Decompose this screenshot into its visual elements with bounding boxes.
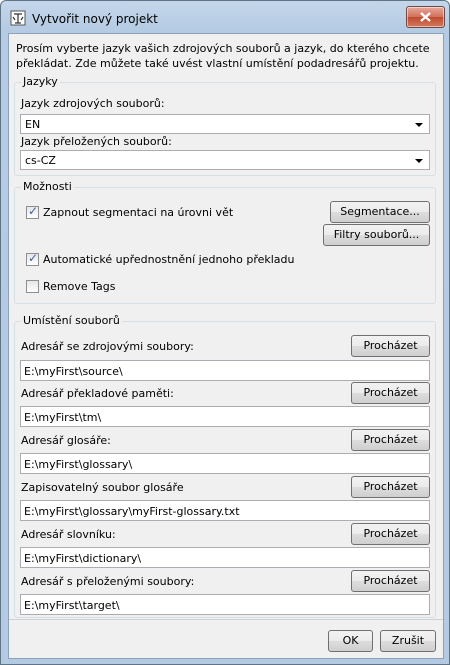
close-icon (420, 12, 431, 22)
title-bar[interactable]: Vytvořit nový projekt (1, 1, 449, 31)
chevron-down-icon (415, 123, 423, 127)
file-locations-legend: Umístění souborů (21, 314, 122, 327)
options-legend: Možnosti (21, 180, 74, 193)
languages-group: Jazyky Jazyk zdrojových souborů: EN Jazy… (14, 75, 436, 176)
source-language-value: EN (25, 118, 41, 131)
source-language-select[interactable]: EN (20, 114, 430, 134)
browse-writable-glossary-button[interactable]: Procházet (351, 476, 430, 498)
source-dir-value: E:\myFirst\source\ (24, 365, 123, 378)
glossary-dir-value: E:\myFirst\glossary\ (24, 458, 133, 471)
cancel-button[interactable]: Zrušit (380, 630, 436, 652)
app-icon (10, 10, 26, 26)
dialog-window: Vytvořit nový projekt Prosím vyberte jaz… (0, 0, 450, 665)
segmentation-label: Zapnout segmentaci na úrovni vět (43, 206, 234, 219)
close-button[interactable] (406, 6, 445, 28)
target-language-value: cs-CZ (25, 154, 56, 167)
dictionary-dir-label: Adresář slovníku: (21, 528, 116, 541)
file-filters-button[interactable]: Filtry souborů... (323, 224, 430, 246)
target-dir-input[interactable]: E:\myFirst\target\ (20, 594, 430, 615)
dictionary-dir-value: E:\myFirst\dictionary\ (24, 552, 142, 565)
browse-tm-button[interactable]: Procházet (351, 382, 430, 404)
ok-button[interactable]: OK (328, 630, 373, 652)
checkmark-icon: ✓ (28, 204, 39, 218)
options-group: Možnosti ✓ Zapnout segmentaci na úrovni … (14, 180, 436, 304)
file-locations-group: Umístění souborů Adresář se zdrojovými s… (14, 314, 436, 618)
glossary-dir-label: Adresář glosáře: (21, 434, 111, 447)
checkmark-icon: ✓ (28, 251, 39, 265)
tm-dir-value: E:\myFirst\tm\ (24, 411, 102, 424)
target-dir-value: E:\myFirst\target\ (24, 599, 120, 612)
segmentation-button[interactable]: Segmentace... (330, 201, 430, 223)
tm-dir-label: Adresář překladové paměti: (21, 387, 174, 400)
window-title: Vytvořit nový projekt (32, 12, 158, 26)
browse-glossary-button[interactable]: Procházet (351, 429, 430, 451)
writable-glossary-input[interactable]: E:\myFirst\glossary\myFirst-glossary.txt (20, 500, 430, 521)
remove-tags-checkbox[interactable] (26, 280, 39, 293)
browse-target-button[interactable]: Procházet (351, 570, 430, 592)
segmentation-checkbox[interactable]: ✓ (26, 204, 39, 219)
intro-text: Prosím vyberte jazyk vašich zdrojových s… (16, 42, 430, 70)
remove-tags-label: Remove Tags (43, 280, 116, 293)
auto-propagation-label: Automatické upřednostnění jednoho překla… (43, 253, 295, 266)
languages-legend: Jazyky (21, 75, 60, 88)
tm-dir-input[interactable]: E:\myFirst\tm\ (20, 406, 430, 427)
source-dir-input[interactable]: E:\myFirst\source\ (20, 360, 430, 381)
browse-source-button[interactable]: Procházet (351, 335, 430, 357)
writable-glossary-label: Zapisovatelný soubor glosáře (21, 481, 184, 494)
footer-divider (9, 619, 443, 620)
target-dir-label: Adresář s přeloženými soubory: (21, 575, 195, 588)
target-language-select[interactable]: cs-CZ (20, 150, 430, 170)
dialog-body: Prosím vyberte jazyk vašich zdrojových s… (8, 33, 444, 659)
dictionary-dir-input[interactable]: E:\myFirst\dictionary\ (20, 547, 430, 568)
chevron-down-icon (415, 159, 423, 163)
auto-propagation-checkbox[interactable]: ✓ (26, 251, 39, 266)
browse-dictionary-button[interactable]: Procházet (351, 523, 430, 545)
source-language-label: Jazyk zdrojových souborů: (21, 97, 165, 110)
glossary-dir-input[interactable]: E:\myFirst\glossary\ (20, 453, 430, 474)
target-language-label: Jazyk přeložených souborů: (21, 135, 172, 148)
source-dir-label: Adresář se zdrojovými soubory: (21, 340, 194, 353)
writable-glossary-value: E:\myFirst\glossary\myFirst-glossary.txt (24, 505, 240, 518)
